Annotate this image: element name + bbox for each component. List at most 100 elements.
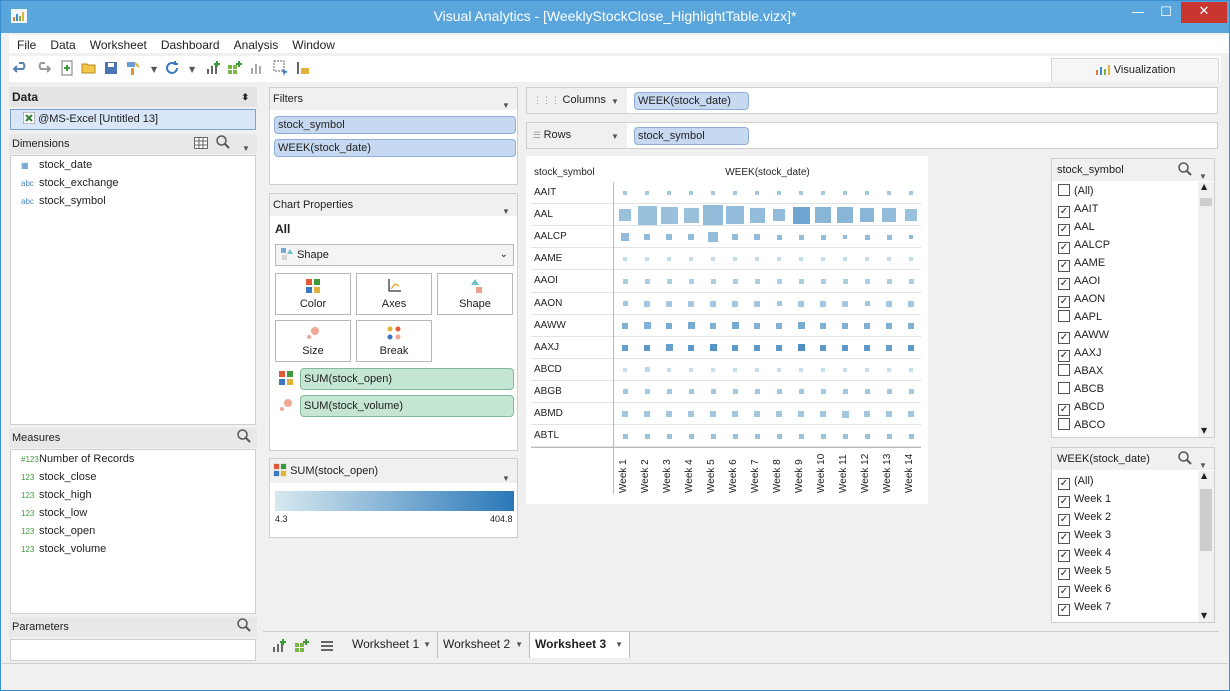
table-cell-mark[interactable] — [798, 300, 804, 307]
table-cell-mark[interactable] — [776, 278, 782, 284]
table-cell-mark[interactable] — [843, 367, 847, 372]
menu-worksheet[interactable]: Worksheet — [82, 35, 153, 52]
table-cell-mark[interactable] — [865, 367, 869, 372]
table-cell-mark[interactable] — [688, 278, 694, 284]
table-cell-mark[interactable] — [623, 367, 627, 372]
table-cell-mark[interactable] — [886, 344, 892, 351]
save-icon[interactable] — [103, 60, 119, 76]
filter-checkbox-item[interactable]: ✓ (All) — [1052, 472, 1198, 490]
table-cell-mark[interactable] — [644, 433, 650, 439]
table-cell-mark[interactable] — [688, 234, 694, 241]
table-cell-mark[interactable] — [864, 234, 870, 240]
table-cell-mark[interactable] — [688, 344, 694, 351]
sheet-list-icon[interactable] — [319, 638, 335, 654]
table-cell-mark[interactable] — [732, 278, 738, 284]
table-cell-mark[interactable] — [908, 278, 914, 284]
table-cell-mark[interactable] — [842, 433, 848, 439]
filter-checkbox-item[interactable]: ABCB — [1052, 380, 1198, 398]
add-chart-icon[interactable] — [205, 60, 221, 76]
table-cell-mark[interactable] — [688, 300, 694, 307]
table-cell-mark[interactable] — [864, 344, 870, 351]
tab-worksheet-2[interactable]: Worksheet 2 ▼ — [438, 632, 530, 658]
columns-dropdown-icon[interactable]: ▼ — [611, 89, 619, 114]
table-cell-mark[interactable] — [711, 367, 715, 372]
table-cell-mark[interactable] — [732, 300, 738, 307]
rows-dropdown-icon[interactable]: ▼ — [611, 124, 619, 149]
filter-checkbox-item[interactable]: ✓ Week 2 — [1052, 508, 1198, 526]
dimension-item[interactable]: abc stock_symbol — [11, 192, 255, 210]
table-cell-mark[interactable] — [860, 208, 874, 223]
table-cell-mark[interactable] — [710, 300, 716, 307]
table-cell-mark[interactable] — [710, 278, 716, 284]
scroll-down-icon[interactable]: ▼ — [1201, 426, 1207, 435]
chart-properties-dropdown-icon[interactable]: ▼ — [502, 201, 510, 223]
table-cell-mark[interactable] — [666, 300, 672, 307]
table-cell-mark[interactable] — [821, 191, 825, 196]
table-cell-mark[interactable] — [820, 389, 826, 395]
table-cell-mark[interactable] — [683, 207, 699, 223]
table-cell-mark[interactable] — [797, 344, 805, 352]
table-cell-mark[interactable] — [841, 410, 849, 418]
filter-checkbox-item[interactable]: AAPL — [1052, 308, 1198, 326]
table-cell-mark[interactable] — [622, 322, 628, 329]
table-cell-mark[interactable] — [754, 322, 760, 329]
filter-checkbox-item[interactable]: ✓ AAOI — [1052, 272, 1198, 290]
checkbox-unchecked-icon[interactable] — [1058, 418, 1070, 430]
table-cell-mark[interactable] — [908, 344, 914, 351]
table-cell-mark[interactable] — [687, 322, 695, 330]
table-cell-mark[interactable] — [711, 257, 715, 262]
tab-dropdown-icon[interactable]: ▼ — [615, 633, 623, 657]
table-cell-mark[interactable] — [886, 234, 892, 240]
table-cell-mark[interactable] — [842, 322, 848, 329]
week-filter-scrollbar[interactable]: ▲ ▼ — [1198, 471, 1214, 622]
table-cell-mark[interactable] — [622, 411, 628, 418]
undo-icon[interactable] — [13, 60, 29, 76]
filter-checkbox-item[interactable]: ✓ Week 4 — [1052, 544, 1198, 562]
table-cell-mark[interactable] — [755, 257, 759, 262]
columns-pill[interactable]: WEEK(stock_date) — [634, 92, 749, 110]
checkbox-checked-icon[interactable]: ✓ — [1058, 206, 1070, 218]
scroll-up-icon[interactable]: ▲ — [1201, 182, 1207, 191]
scroll-down-icon[interactable]: ▼ — [1201, 611, 1207, 620]
table-cell-mark[interactable] — [645, 257, 649, 262]
table-cell-mark[interactable] — [688, 433, 694, 439]
open-icon[interactable] — [81, 60, 97, 76]
table-cell-mark[interactable] — [909, 191, 913, 196]
tab-dropdown-icon[interactable]: ▼ — [423, 633, 431, 657]
table-cell-mark[interactable] — [797, 322, 805, 330]
table-cell-mark[interactable] — [776, 389, 782, 395]
checkbox-checked-icon[interactable]: ✓ — [1058, 278, 1070, 290]
filter-checkbox-item[interactable]: ✓ Week 1 — [1052, 490, 1198, 508]
table-cell-mark[interactable] — [667, 367, 671, 372]
checkbox-checked-icon[interactable]: ✓ — [1058, 296, 1070, 308]
checkbox-checked-icon[interactable]: ✓ — [1058, 568, 1070, 580]
shape-button[interactable]: Shape — [437, 273, 513, 315]
table-cell-mark[interactable] — [622, 433, 628, 439]
legend-dropdown-icon[interactable]: ▼ — [502, 467, 510, 491]
table-cell-mark[interactable] — [820, 278, 826, 284]
break-button[interactable]: Break — [356, 320, 432, 362]
table-cell-mark[interactable] — [619, 209, 631, 222]
table-cell-mark[interactable] — [644, 411, 650, 418]
table-cell-mark[interactable] — [864, 433, 870, 439]
checkbox-checked-icon[interactable]: ✓ — [1058, 260, 1070, 272]
table-cell-mark[interactable] — [820, 322, 826, 329]
minimize-button[interactable]: — — [1125, 3, 1151, 25]
table-cell-mark[interactable] — [755, 367, 759, 372]
table-cell-mark[interactable] — [864, 411, 870, 418]
table-cell-mark[interactable] — [865, 191, 869, 196]
table-cell-mark[interactable] — [754, 344, 760, 351]
table-cell-mark[interactable] — [660, 206, 678, 224]
menu-analysis[interactable]: Analysis — [226, 35, 285, 52]
checkbox-checked-icon[interactable]: ✓ — [1058, 332, 1070, 344]
table-cell-mark[interactable] — [644, 300, 650, 307]
table-cell-mark[interactable] — [886, 433, 892, 439]
table-cell-mark[interactable] — [623, 191, 627, 196]
checkbox-unchecked-icon[interactable] — [1058, 310, 1070, 322]
checkbox-checked-icon[interactable]: ✓ — [1058, 404, 1070, 416]
checkbox-checked-icon[interactable]: ✓ — [1058, 604, 1070, 616]
size-encoding-pill[interactable]: SUM(stock_volume) — [300, 395, 514, 417]
table-cell-mark[interactable] — [754, 389, 760, 395]
redo-icon[interactable] — [35, 60, 51, 76]
table-cell-mark[interactable] — [710, 411, 716, 418]
